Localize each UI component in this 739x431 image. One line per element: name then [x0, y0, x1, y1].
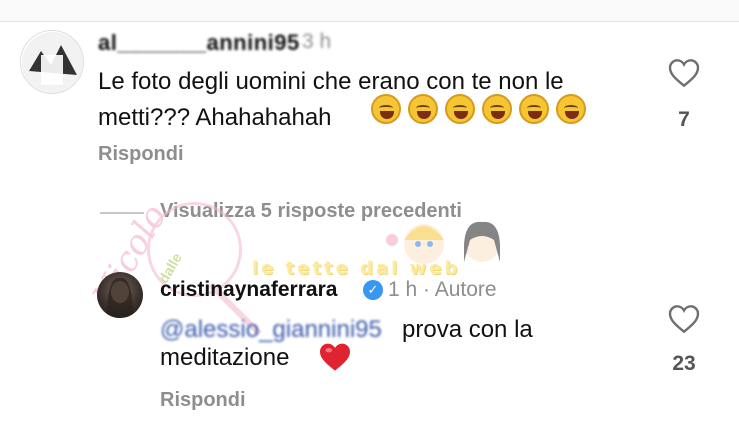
comment-username[interactable]: al_______annini95 — [98, 30, 300, 56]
replies-divider — [100, 212, 144, 214]
watermark-banner-text: le tette dal web — [252, 258, 461, 279]
comment-text-line2: meditazione — [160, 344, 290, 371]
avatar[interactable] — [97, 272, 143, 318]
like-count: 7 — [678, 108, 690, 131]
avatar-image — [107, 277, 133, 318]
face-with-tears-of-joy-icon — [556, 94, 586, 124]
comment-text: prova con la — [402, 316, 533, 343]
face-with-tears-of-joy-icon — [371, 94, 401, 124]
comment-timestamp: 3 h — [302, 30, 332, 53]
reply-button[interactable]: Rispondi — [98, 143, 184, 166]
face-with-tears-of-joy-icon — [482, 94, 512, 124]
red-heart-icon — [320, 343, 350, 371]
comment-meta: 1 h · Autore — [388, 278, 497, 301]
comment-username[interactable]: cristinaynaferrara — [160, 278, 337, 302]
avatar-image — [22, 32, 83, 93]
like-heart-icon[interactable] — [668, 304, 700, 334]
emoji-group — [367, 94, 586, 124]
face-with-tears-of-joy-icon — [408, 94, 438, 124]
view-previous-replies-button[interactable]: Visualizza 5 risposte precedenti — [160, 200, 462, 223]
face-with-tears-of-joy-icon — [519, 94, 549, 124]
like-count: 23 — [672, 352, 696, 375]
reply-button[interactable]: Rispondi — [160, 389, 246, 412]
verified-badge-icon: ✓ — [363, 280, 383, 300]
avatar[interactable] — [20, 30, 84, 94]
previous-comment-strip — [0, 0, 739, 22]
face-with-tears-of-joy-icon — [445, 94, 475, 124]
like-heart-icon[interactable] — [668, 58, 700, 88]
